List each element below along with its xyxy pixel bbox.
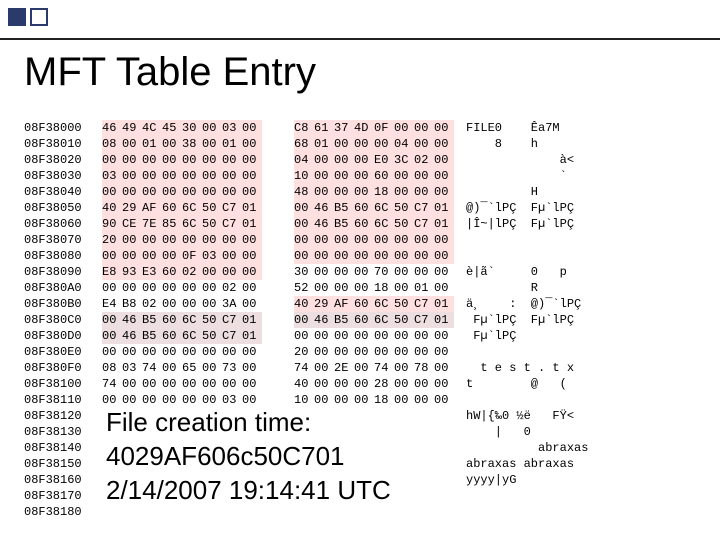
overlay-line-1: File creation time:: [106, 405, 391, 439]
hex-row: 08F3807020000000000000000000000000000000: [24, 232, 710, 248]
page-title: MFT Table Entry: [24, 50, 316, 95]
hex-row: 08F3803003000000000000001000000060000000…: [24, 168, 710, 184]
hex-row: 08F380C00046B5606C50C7010046B5606C50C701…: [24, 312, 710, 328]
hex-row: 08F3810074000000000000004000000028000000…: [24, 376, 710, 392]
hex-row: 08F3801008000100380001006801000000040000…: [24, 136, 710, 152]
hex-row: 08F3800046494C4530000300C861374D0F000000…: [24, 120, 710, 136]
hex-row: 08F380A000000000000002005200000018000100…: [24, 280, 710, 296]
slide-deco: [8, 8, 52, 31]
overlay-text: File creation time: 4029AF606c50C701 2/1…: [106, 405, 391, 507]
hex-row: 08F380F0080374006500730074002E0074007800…: [24, 360, 710, 376]
hex-row: 08F380E000000000000000002000000000000000: [24, 344, 710, 360]
overlay-line-3: 2/14/2007 19:14:41 UTC: [106, 473, 391, 507]
hr: [0, 38, 720, 40]
hex-row: 08F380B0E4B8020000003A004029AF606C50C701…: [24, 296, 710, 312]
hex-row: 08F38020000000000000000004000000E03C0200…: [24, 152, 710, 168]
hex-row: 08F380D00046B5606C50C7010000000000000000…: [24, 328, 710, 344]
hex-row: 08F3806090CE7E856C50C7010046B5606C50C701…: [24, 216, 710, 232]
hex-row: 08F380504029AF606C50C7010046B5606C50C701…: [24, 200, 710, 216]
overlay-line-2: 4029AF606c50C701: [106, 439, 391, 473]
hex-row: 08F38090E893E360020000003000000070000000…: [24, 264, 710, 280]
hex-row: 08F3804000000000000000004800000018000000…: [24, 184, 710, 200]
hex-row: 08F38080000000000F0300000000000000000000: [24, 248, 710, 264]
